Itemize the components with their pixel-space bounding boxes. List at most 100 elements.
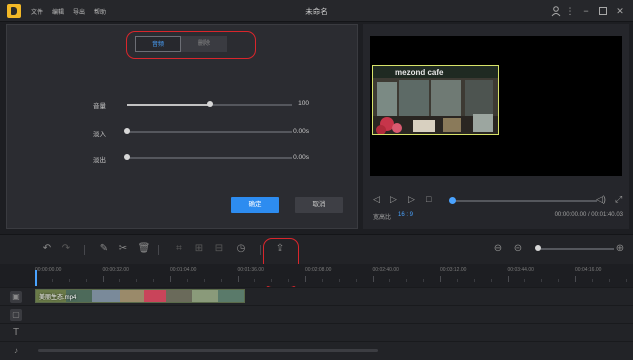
ruler-minor-tick xyxy=(490,279,492,282)
ruler-tick-label: 00:00:00.00 xyxy=(35,267,62,273)
window-title: 未命名 xyxy=(305,7,328,16)
ruler-minor-tick xyxy=(136,279,138,282)
crop-icon[interactable]: ⌗ xyxy=(172,242,186,256)
volume-value: 100 xyxy=(298,100,309,107)
video-frame[interactable]: mezond cafe xyxy=(372,65,499,135)
fade-out-label: 淡出 xyxy=(93,157,106,164)
fade-out-slider-handle[interactable] xyxy=(124,154,130,160)
ruler-minor-tick xyxy=(473,279,475,282)
toolbar-divider xyxy=(158,245,159,255)
previous-frame-icon[interactable]: ◁ xyxy=(373,194,380,205)
volume-label: 音量 xyxy=(93,103,106,110)
ruler-tick-label: 00:01:36.00 xyxy=(237,267,264,273)
ruler-minor-tick xyxy=(338,279,340,282)
playback-progress-bar[interactable] xyxy=(451,200,597,202)
title-bar: 文件 编辑 导出 帮助 未命名 ⋮ − ✕ xyxy=(0,0,633,22)
more-icon[interactable]: ⋮ xyxy=(564,5,576,17)
video-clip[interactable]: 美丽生态.mp4 xyxy=(35,289,245,303)
ruler-tick xyxy=(102,276,104,282)
ruler-minor-tick xyxy=(608,279,610,282)
overlay-track-icon: ▢ xyxy=(10,309,22,321)
fade-in-label: 淡入 xyxy=(93,131,106,138)
ruler-tick xyxy=(507,276,509,282)
video-canvas: mezond cafe xyxy=(370,36,622,176)
toolbar-divider xyxy=(260,245,261,255)
zoom-out-icon[interactable]: ⊝ xyxy=(511,242,525,256)
volume-icon[interactable]: ◁) xyxy=(596,194,606,205)
next-frame-icon[interactable]: ▷ xyxy=(408,194,415,205)
ruler-minor-tick xyxy=(254,279,256,282)
ruler-minor-tick xyxy=(186,279,188,282)
time-readout: 00:00:00.00 / 00:01:40.03 xyxy=(554,212,623,218)
ruler-minor-tick xyxy=(68,279,70,282)
ruler-tick-label: 00:03:44.00 xyxy=(507,267,534,273)
volume-slider-handle[interactable] xyxy=(206,101,213,107)
ruler-minor-tick xyxy=(321,279,323,282)
fade-in-value: 0.00s xyxy=(293,128,309,135)
ruler-tick-label: 00:02:08.00 xyxy=(305,267,332,273)
ruler-tick xyxy=(575,276,576,282)
clip-name: 美丽生态.mp4 xyxy=(39,295,77,301)
delete-icon[interactable]: 🗑 xyxy=(137,242,151,256)
split-icon[interactable]: ⊞ xyxy=(192,242,206,256)
zoom-in-icon[interactable]: ⊕ xyxy=(613,242,627,256)
fullscreen-icon[interactable]: ⤢ xyxy=(615,194,622,205)
playhead[interactable] xyxy=(35,270,37,286)
ruler-minor-tick xyxy=(625,279,627,282)
ruler-tick-label: 00:00:32.00 xyxy=(102,267,129,273)
ruler-minor-tick xyxy=(524,279,526,282)
ruler-minor-tick xyxy=(591,279,593,282)
ruler-minor-tick xyxy=(541,279,543,282)
undo-icon[interactable]: ↶ xyxy=(40,242,54,256)
zoom-slider-handle[interactable] xyxy=(534,245,541,251)
ruler-tick-label: 00:04:16.00 xyxy=(575,267,602,273)
playback-progress-handle[interactable] xyxy=(449,197,456,204)
ruler-minor-tick xyxy=(456,279,458,282)
ruler-tick-label: 00:03:12.00 xyxy=(440,267,467,273)
fade-out-slider[interactable] xyxy=(127,157,292,159)
overlay-track: ▢ xyxy=(0,305,633,323)
ruler-tick xyxy=(305,276,306,282)
volume-slider-fill xyxy=(127,104,210,106)
ruler-minor-tick xyxy=(153,279,155,282)
maximize-icon[interactable] xyxy=(597,5,609,17)
ruler-tick xyxy=(372,276,374,282)
user-icon[interactable] xyxy=(550,5,562,17)
confirm-button[interactable]: 确定 xyxy=(231,197,279,213)
ruler-minor-tick xyxy=(406,279,408,282)
ruler-tick-label: 00:01:04.00 xyxy=(170,267,197,273)
play-icon[interactable]: ▷ xyxy=(390,194,397,205)
ruler-minor-tick xyxy=(389,279,391,282)
edit-pen-icon[interactable]: ✎ xyxy=(97,242,111,256)
timeline-ruler[interactable]: 00:00:00.00 00:00:32.00 00:01:04.00 00:01:3… xyxy=(0,264,633,286)
ruler-tick xyxy=(440,276,441,282)
ruler-minor-tick xyxy=(203,279,205,282)
ruler-tick xyxy=(237,276,239,282)
redo-icon[interactable]: ↷ xyxy=(59,242,73,256)
fit-timeline-icon[interactable]: ⊖ xyxy=(491,242,505,256)
fade-in-slider[interactable] xyxy=(127,131,292,133)
ruler-minor-tick xyxy=(288,279,290,282)
ruler-minor-tick xyxy=(85,279,87,282)
fade-out-value: 0.00s xyxy=(293,154,309,161)
fade-in-slider-handle[interactable] xyxy=(124,128,130,134)
ruler-minor-tick xyxy=(119,279,121,282)
ruler-minor-tick xyxy=(423,279,425,282)
music-track-icon: ♪ xyxy=(14,346,18,355)
speed-icon[interactable]: ◷ xyxy=(234,242,248,256)
highlight-callout-tabs xyxy=(126,31,256,59)
video-track-icon: ▣ xyxy=(10,291,22,303)
minimize-icon[interactable]: − xyxy=(580,5,592,17)
cut-icon[interactable]: ✂ xyxy=(116,242,130,256)
cancel-button[interactable]: 取消 xyxy=(295,197,343,213)
ruler-minor-tick xyxy=(220,279,222,282)
stop-icon[interactable]: □ xyxy=(426,194,431,204)
close-icon[interactable]: ✕ xyxy=(614,5,626,17)
zoom-slider[interactable] xyxy=(536,248,614,250)
timeline-scrollbar[interactable] xyxy=(38,349,378,352)
freeze-icon[interactable]: ⊟ xyxy=(212,242,226,256)
aspect-ratio-value[interactable]: 16 : 9 xyxy=(398,212,413,218)
ruler-minor-tick xyxy=(558,279,560,282)
ruler-tick xyxy=(170,276,171,282)
aspect-ratio-label: 宽高比 xyxy=(373,215,392,221)
